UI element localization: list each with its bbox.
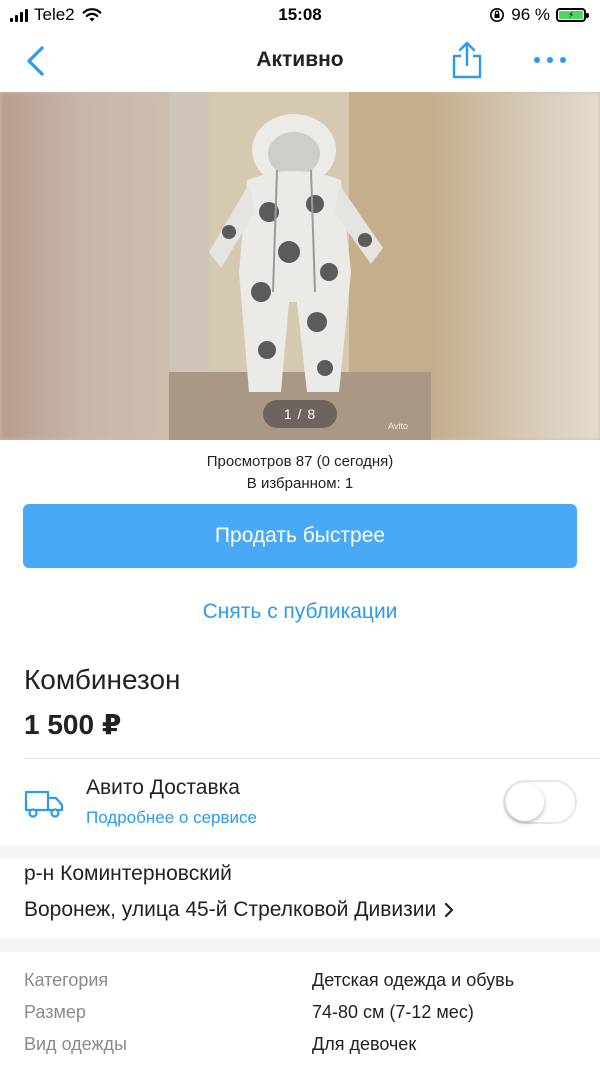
navigation-bar: Активно: [0, 32, 600, 90]
divider: [24, 758, 600, 759]
photo-pager: 1 / 8: [263, 400, 337, 428]
orientation-lock-icon: [490, 8, 505, 22]
section-separator: [0, 938, 600, 952]
param-value: Детская одежда и обувь: [312, 969, 515, 990]
photo-watermark: Avito: [388, 421, 408, 431]
section-separator: [0, 846, 600, 858]
battery-percent: 96 %: [511, 5, 550, 24]
address-street-link[interactable]: Воронеж, улица 45-й Стрелковой Дивизии: [24, 898, 454, 922]
unpublish-button[interactable]: Снять с публикации: [0, 600, 600, 624]
param-row: Вид одежды Для девочек: [24, 1028, 584, 1060]
page-title: Активно: [256, 48, 344, 71]
favorites-count: В избранном: 1: [246, 475, 354, 492]
param-value: Для девочек: [312, 1033, 417, 1054]
param-value: 74-80 см (7-12 мес): [312, 1001, 474, 1022]
delivery-more-link[interactable]: Подробнее о сервисе: [86, 808, 257, 828]
delivery-truck-icon: [24, 790, 64, 818]
sell-faster-button[interactable]: Продать быстрее: [23, 504, 577, 568]
product-photo[interactable]: Avito: [169, 92, 431, 440]
param-key: Категория: [24, 969, 109, 990]
param-key: Размер: [24, 1001, 86, 1022]
delivery-title: Авито Доставка: [86, 776, 240, 799]
listing-stats: Просмотров 87 (0 сегодня) В избранном: 1: [0, 451, 600, 495]
param-row: Размер 74-80 см (7-12 мес): [24, 996, 584, 1028]
listing-title: Комбинезон: [24, 664, 181, 695]
param-row: Категория Детская одежда и обувь: [24, 964, 584, 996]
listing-params: Категория Детская одежда и обувь Размер …: [24, 964, 584, 1060]
toggle-knob: [506, 783, 544, 821]
views-count: Просмотров 87 (0 сегодня): [206, 453, 394, 470]
address-street: Воронеж, улица 45-й Стрелковой Дивизии: [24, 898, 437, 921]
listing-price: 1 500 ₽: [24, 709, 122, 740]
delivery-toggle[interactable]: [503, 780, 577, 824]
snowsuit-illustration: [169, 92, 431, 440]
address-district: р-н Коминтерновский: [24, 862, 232, 885]
param-key: Вид одежды: [24, 1033, 127, 1054]
status-right: 96 % ⚡: [489, 5, 589, 25]
battery-charging-icon: ⚡: [556, 8, 589, 22]
status-bar: Tele2 15:08 96 % ⚡: [0, 0, 600, 30]
share-icon[interactable]: [448, 40, 486, 80]
photo-gallery[interactable]: Avito 1 / 8: [0, 92, 600, 440]
chevron-right-icon: [445, 902, 454, 918]
more-dots-icon[interactable]: [528, 48, 572, 72]
